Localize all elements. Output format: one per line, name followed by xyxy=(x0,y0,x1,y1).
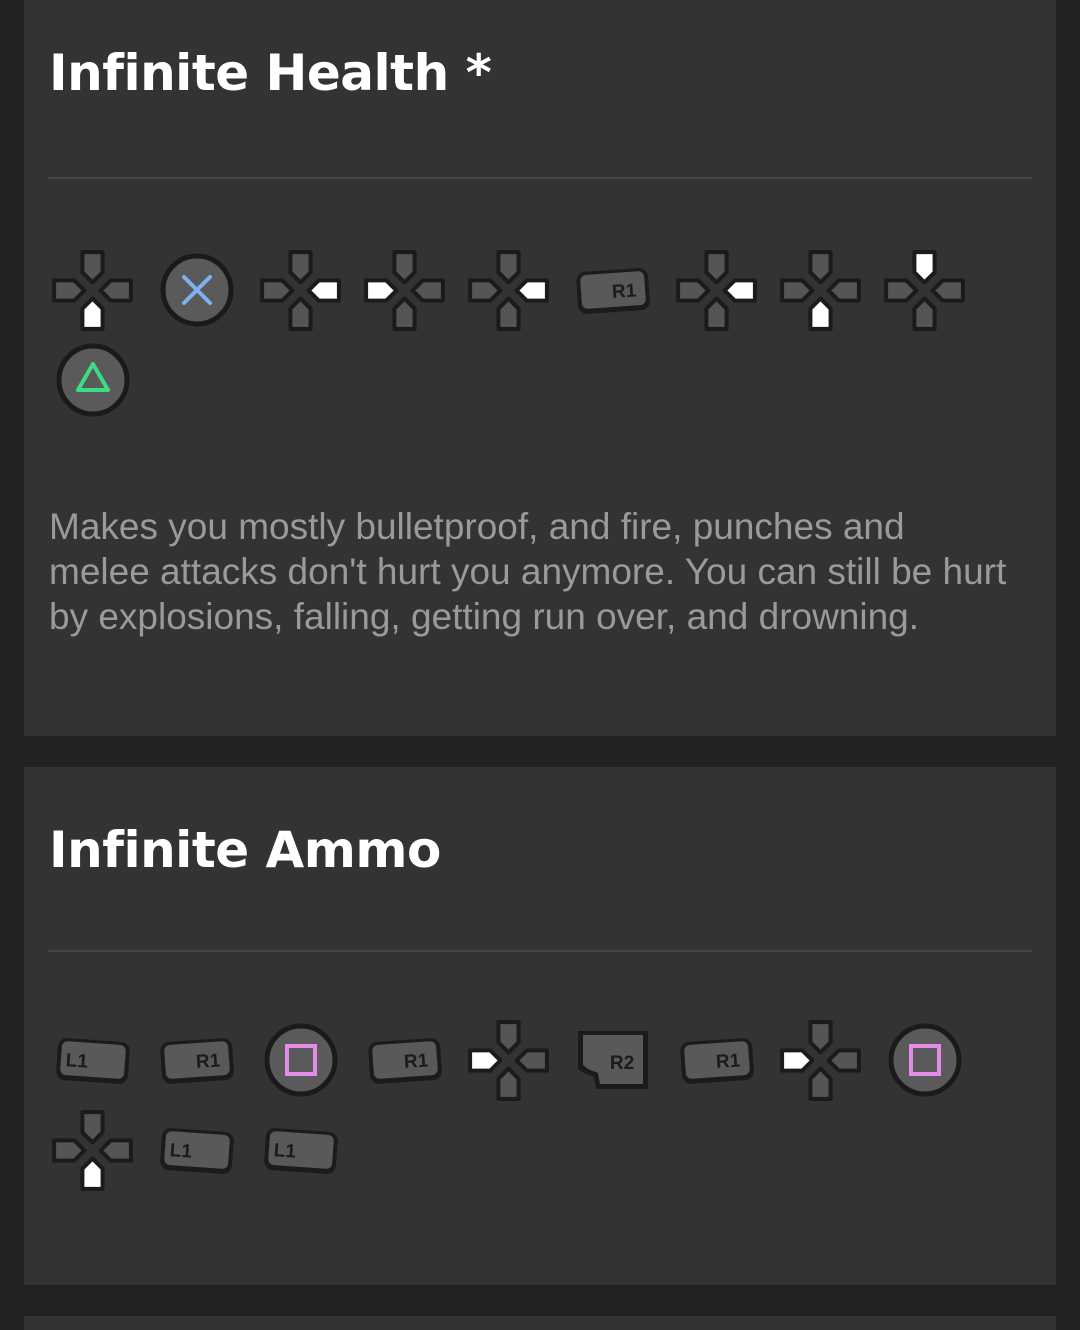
dpad-right-icon xyxy=(672,249,761,331)
dpad-down-icon xyxy=(48,249,137,331)
cheat-title: Infinite Ammo xyxy=(49,821,441,879)
cheat-card-next xyxy=(24,1316,1056,1330)
cross-button-icon xyxy=(152,252,241,328)
l1-button-icon: L1 xyxy=(256,1112,345,1188)
svg-text:L1: L1 xyxy=(273,1140,297,1163)
l1-button-icon: L1 xyxy=(152,1112,241,1188)
dpad-down-icon xyxy=(776,249,865,331)
dpad-down-icon xyxy=(48,1109,137,1191)
r1-button-icon: R1 xyxy=(360,1022,449,1098)
cheat-card-infinite-health: Infinite Health * R1 Makes you mostly bu… xyxy=(24,0,1056,736)
svg-text:R1: R1 xyxy=(403,1050,429,1073)
r1-button-icon: R1 xyxy=(672,1022,761,1098)
button-sequence: L1 R1 R1 R2 R1 L1 L1 xyxy=(48,1019,1008,1191)
svg-text:R1: R1 xyxy=(195,1050,221,1073)
r1-button-icon: R1 xyxy=(152,1022,241,1098)
dpad-left-icon xyxy=(776,1019,865,1101)
dpad-right-icon xyxy=(464,249,553,331)
svg-text:R1: R1 xyxy=(715,1050,741,1073)
cheat-list-page: Infinite Health * R1 Makes you mostly bu… xyxy=(0,0,1080,1330)
cheat-description: Makes you mostly bulletproof, and fire, … xyxy=(49,506,1007,637)
dpad-left-icon xyxy=(464,1019,553,1101)
svg-text:L1: L1 xyxy=(169,1140,193,1163)
r1-button-icon: R1 xyxy=(568,252,657,328)
svg-text:L1: L1 xyxy=(65,1050,89,1073)
triangle-button-icon xyxy=(48,342,137,418)
r2-button-icon: R2 xyxy=(568,1022,657,1098)
cheat-card-infinite-ammo: Infinite Ammo L1 R1 R1 R2 R1 L1 L1 xyxy=(24,767,1056,1285)
l1-button-icon: L1 xyxy=(48,1022,137,1098)
dpad-right-icon xyxy=(256,249,345,331)
svg-text:R2: R2 xyxy=(609,1053,633,1074)
button-sequence: R1 xyxy=(48,249,1008,418)
svg-text:R1: R1 xyxy=(611,280,637,303)
divider xyxy=(48,950,1032,952)
divider xyxy=(48,177,1032,179)
square-button-icon xyxy=(256,1022,345,1098)
dpad-left-icon xyxy=(360,249,449,331)
square-button-icon xyxy=(880,1022,969,1098)
dpad-up-icon xyxy=(880,249,969,331)
cheat-title: Infinite Health * xyxy=(49,44,492,102)
